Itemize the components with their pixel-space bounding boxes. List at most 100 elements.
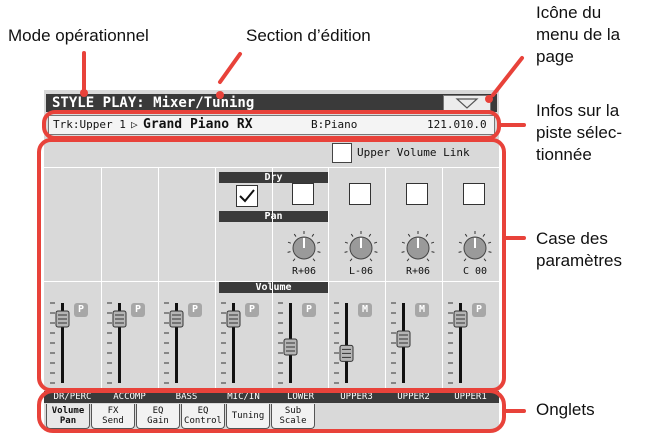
page-title-bar: STYLE PLAY: Mixer/Tuning (46, 94, 497, 112)
triangle-down-icon (455, 98, 479, 109)
knob-icon (401, 231, 435, 262)
fader-icon (334, 302, 354, 384)
channel-name: MIC/IN (227, 392, 260, 402)
page-title: STYLE PLAY: Mixer/Tuning (52, 95, 255, 111)
display-screen: STYLE PLAY: Mixer/Tuning Trk:Upper 1 ▷ G… (44, 90, 499, 430)
row-separator (44, 167, 499, 168)
tab-label: EQ Gain (147, 406, 169, 426)
play-status-badge[interactable]: P (302, 303, 316, 317)
annotation-edit-section: Section d’édition (246, 26, 371, 45)
fader-icon (50, 302, 70, 384)
annotation-params-2: paramètres (536, 251, 622, 270)
tab-label-line2: Send (102, 416, 124, 426)
page-menu-button[interactable] (443, 95, 491, 111)
annotation-tabs: Onglets (536, 400, 595, 419)
annotation-page-menu-2: menu de la (536, 25, 621, 44)
column-separator (328, 167, 329, 391)
pan-knob[interactable] (398, 230, 438, 266)
tab[interactable]: Tuning (226, 404, 270, 429)
parameters-area: Upper Volume Link Dry Pan Volume R+06 L-0… (44, 139, 499, 405)
annotation-mode: Mode opérationnel (8, 26, 149, 45)
fader-icon (278, 302, 298, 384)
upper-volume-link-checkbox[interactable] (332, 143, 352, 163)
channel-names-bar: DR/PERC ACCOMP BASS MIC/IN LOWER UPPER3 UPPER2… (44, 391, 499, 403)
annotation-params-1: Case des (536, 229, 608, 248)
tab[interactable]: FX Send (91, 404, 135, 429)
annotation-page-menu-1: Icône du (536, 3, 602, 22)
pan-value: R+06 (405, 266, 431, 277)
pan-value: C 00 (462, 266, 488, 277)
channel-name: LOWER (286, 392, 315, 402)
dry-checkbox[interactable] (463, 183, 485, 205)
column-separator (385, 167, 386, 391)
channel-name: ACCOMP (113, 392, 146, 402)
dry-checkbox[interactable] (349, 183, 371, 205)
row-separator (44, 281, 499, 282)
mute-status-badge[interactable]: M (358, 303, 372, 317)
fader-icon (107, 302, 127, 384)
pan-knob[interactable] (341, 230, 381, 266)
column-separator (158, 167, 159, 391)
mute-status-badge[interactable]: M (415, 303, 429, 317)
column-separator (215, 167, 216, 391)
dry-checkbox[interactable] (236, 185, 258, 207)
dry-header: Dry (219, 172, 328, 183)
tab-label-line2: Pan (59, 416, 77, 426)
annotation-track-info-3: tionnée (536, 145, 592, 164)
upper-volume-link-label: Upper Volume Link (357, 146, 470, 159)
dry-checkbox[interactable] (406, 183, 428, 205)
tab-label-line1: Tuning (231, 411, 265, 421)
fader-icon (448, 302, 468, 384)
check-icon (239, 189, 255, 203)
tab-label-line1: EQ (152, 406, 164, 416)
tab-label-line2: Scale (279, 416, 307, 426)
tab-label-line1: Sub (284, 406, 302, 416)
play-status-badge[interactable]: P (472, 303, 486, 317)
track-info-bar[interactable]: Trk:Upper 1 ▷ Grand Piano RX B:Piano 121… (48, 115, 495, 135)
play-status-badge[interactable]: P (188, 303, 202, 317)
sound-name: Grand Piano RX (143, 117, 253, 132)
tab-label: FX Send (102, 406, 124, 426)
fader-icon (221, 302, 241, 384)
tabs-bar: Volume Pan FX Send EQ Gain EQ Control Tuning Sub S… (44, 404, 499, 430)
pan-header: Pan (219, 211, 328, 222)
play-status-badge[interactable]: P (131, 303, 145, 317)
knob-icon (344, 231, 378, 262)
play-arrow-icon: ▷ (131, 118, 138, 131)
volume-header: Volume (219, 282, 328, 293)
pan-value: R+06 (291, 266, 317, 277)
fader-icon (164, 302, 184, 384)
column-separator (442, 167, 443, 391)
pan-value: L-06 (348, 266, 374, 277)
tab[interactable]: EQ Control (181, 404, 225, 429)
tab-label-line1: FX (107, 406, 119, 416)
tab-label-line1: EQ (197, 406, 209, 416)
channel-name: UPPER1 (454, 392, 487, 402)
knob-icon (458, 231, 492, 262)
knob-icon (287, 231, 321, 262)
annotation-track-info-1: Infos sur la (536, 101, 620, 120)
dry-checkbox[interactable] (292, 183, 314, 205)
tab-label: Sub Scale (279, 406, 306, 426)
annotation-track-info-2: piste sélec- (536, 123, 622, 142)
pan-knob[interactable] (284, 230, 324, 266)
play-status-badge[interactable]: P (74, 303, 88, 317)
sound-bank: B:Piano (311, 118, 358, 131)
column-separator (101, 167, 102, 391)
tab[interactable]: EQ Gain (136, 404, 180, 429)
edit-section-pointer (218, 52, 242, 84)
annotation-page-menu-3: page (536, 47, 574, 66)
tab[interactable]: Sub Scale (271, 404, 315, 429)
tab-label: Volume Pan (52, 406, 85, 426)
channel-name: BASS (175, 392, 198, 402)
fader-icon (391, 302, 411, 384)
play-status-badge[interactable]: P (245, 303, 259, 317)
channel-name: UPPER2 (397, 392, 430, 402)
pan-knob[interactable] (455, 230, 495, 266)
tab[interactable]: Volume Pan (46, 404, 90, 429)
track-name: Trk:Upper 1 (53, 118, 126, 131)
tab-label-line2: Control (184, 416, 222, 426)
tab-label: EQ Control (184, 406, 222, 426)
program-number: 121.010.0 (427, 118, 487, 131)
column-separator (272, 167, 273, 391)
